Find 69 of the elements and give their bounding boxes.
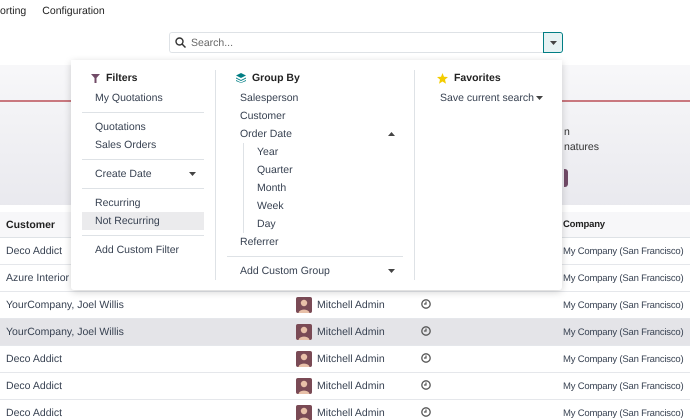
menu-item[interactable]: Day	[244, 215, 403, 233]
column-header[interactable]: Customer	[6, 218, 56, 230]
table-cell: My Company (San Francisco)	[563, 380, 684, 392]
menu-item[interactable]: My Quotations	[82, 89, 204, 107]
avatar-icon	[296, 324, 312, 340]
banner-text: natures	[564, 141, 600, 155]
menu-item[interactable]: Salesperson	[227, 89, 403, 107]
section-title: Favorites	[454, 72, 501, 84]
menu-item[interactable]: Quarter	[244, 161, 403, 179]
layers-icon	[236, 73, 246, 83]
column-header[interactable]: Company	[563, 219, 605, 230]
menu-item[interactable]: Recurring	[82, 194, 204, 212]
filter-icon	[91, 74, 100, 82]
table-cell: Azure Interior	[6, 272, 70, 284]
menu-item[interactable]: Sales Orders	[82, 136, 204, 154]
avatar-icon	[296, 297, 312, 313]
table-cell: Deco Addict	[6, 380, 62, 392]
caret-icon	[536, 96, 543, 100]
table-cell: Mitchell Admin	[317, 326, 385, 338]
table-cell: My Company (San Francisco)	[563, 272, 684, 284]
table-cell: Mitchell Admin	[317, 380, 385, 392]
menu-item[interactable]: Referrer	[227, 233, 403, 251]
table-cell: Deco Addict	[6, 353, 62, 365]
clock-icon[interactable]	[421, 352, 431, 362]
menu-item[interactable]: Customer	[227, 107, 403, 125]
custom-group-select[interactable]: Add Custom Group	[227, 262, 403, 280]
search-icon	[175, 37, 186, 48]
table-cell: Mitchell Admin	[317, 353, 385, 365]
caret-icon	[189, 172, 196, 176]
menu-item[interactable]: Week	[244, 197, 403, 215]
table-cell: Deco Addict	[6, 407, 62, 419]
banner-text: n	[564, 126, 570, 140]
star-icon	[437, 72, 448, 84]
table-cell: Mitchell Admin	[317, 407, 385, 419]
table-cell: Deco Addict	[6, 245, 62, 257]
menu-item[interactable]: Add Custom Filter	[82, 241, 204, 259]
dropdown-toggle[interactable]	[543, 32, 563, 53]
caret-icon	[550, 40, 556, 44]
action-button[interactable]	[564, 169, 568, 187]
clock-icon[interactable]	[421, 326, 431, 336]
section-title: Group By	[252, 72, 300, 84]
table-cell: YourCompany, Joel Willis	[6, 326, 124, 338]
table-cell: My Company (San Francisco)	[563, 326, 684, 338]
avatar-icon	[296, 351, 312, 367]
clock-icon[interactable]	[421, 298, 431, 308]
table-cell: My Company (San Francisco)	[563, 408, 684, 418]
caret-icon	[388, 269, 395, 273]
avatar-icon	[296, 405, 312, 420]
clock-icon[interactable]	[421, 380, 431, 390]
table-row[interactable]: YourCompany, Joel Willis Mitchell Admin My Company (San Francisco)	[0, 319, 690, 346]
menu-item[interactable]: Configuration	[42, 5, 105, 17]
caret-icon	[388, 132, 395, 136]
table-cell: Mitchell Admin	[317, 299, 385, 311]
section-title: Filters	[106, 72, 138, 84]
search-field[interactable]: Search...	[169, 32, 543, 53]
menu-item[interactable]: Save current search	[437, 89, 551, 107]
clock-icon[interactable]	[421, 406, 431, 416]
table-cell: My Company (San Francisco)	[563, 354, 684, 364]
table-cell: My Company (San Francisco)	[563, 300, 684, 310]
table-cell: My Company (San Francisco)	[563, 246, 684, 256]
avatar-icon	[296, 378, 312, 394]
menu-item[interactable]: Not Recurring	[82, 212, 204, 230]
menu-item[interactable]: Year	[244, 143, 403, 161]
menu-item[interactable]: Order Date	[227, 125, 403, 143]
table-cell: YourCompany, Joel Willis	[6, 299, 124, 311]
menu-item[interactable]: orting	[0, 5, 26, 17]
menu-item[interactable]: Quotations	[82, 118, 204, 136]
menu-item[interactable]: Month	[244, 179, 403, 197]
menu-item[interactable]: Create Date	[82, 165, 204, 183]
